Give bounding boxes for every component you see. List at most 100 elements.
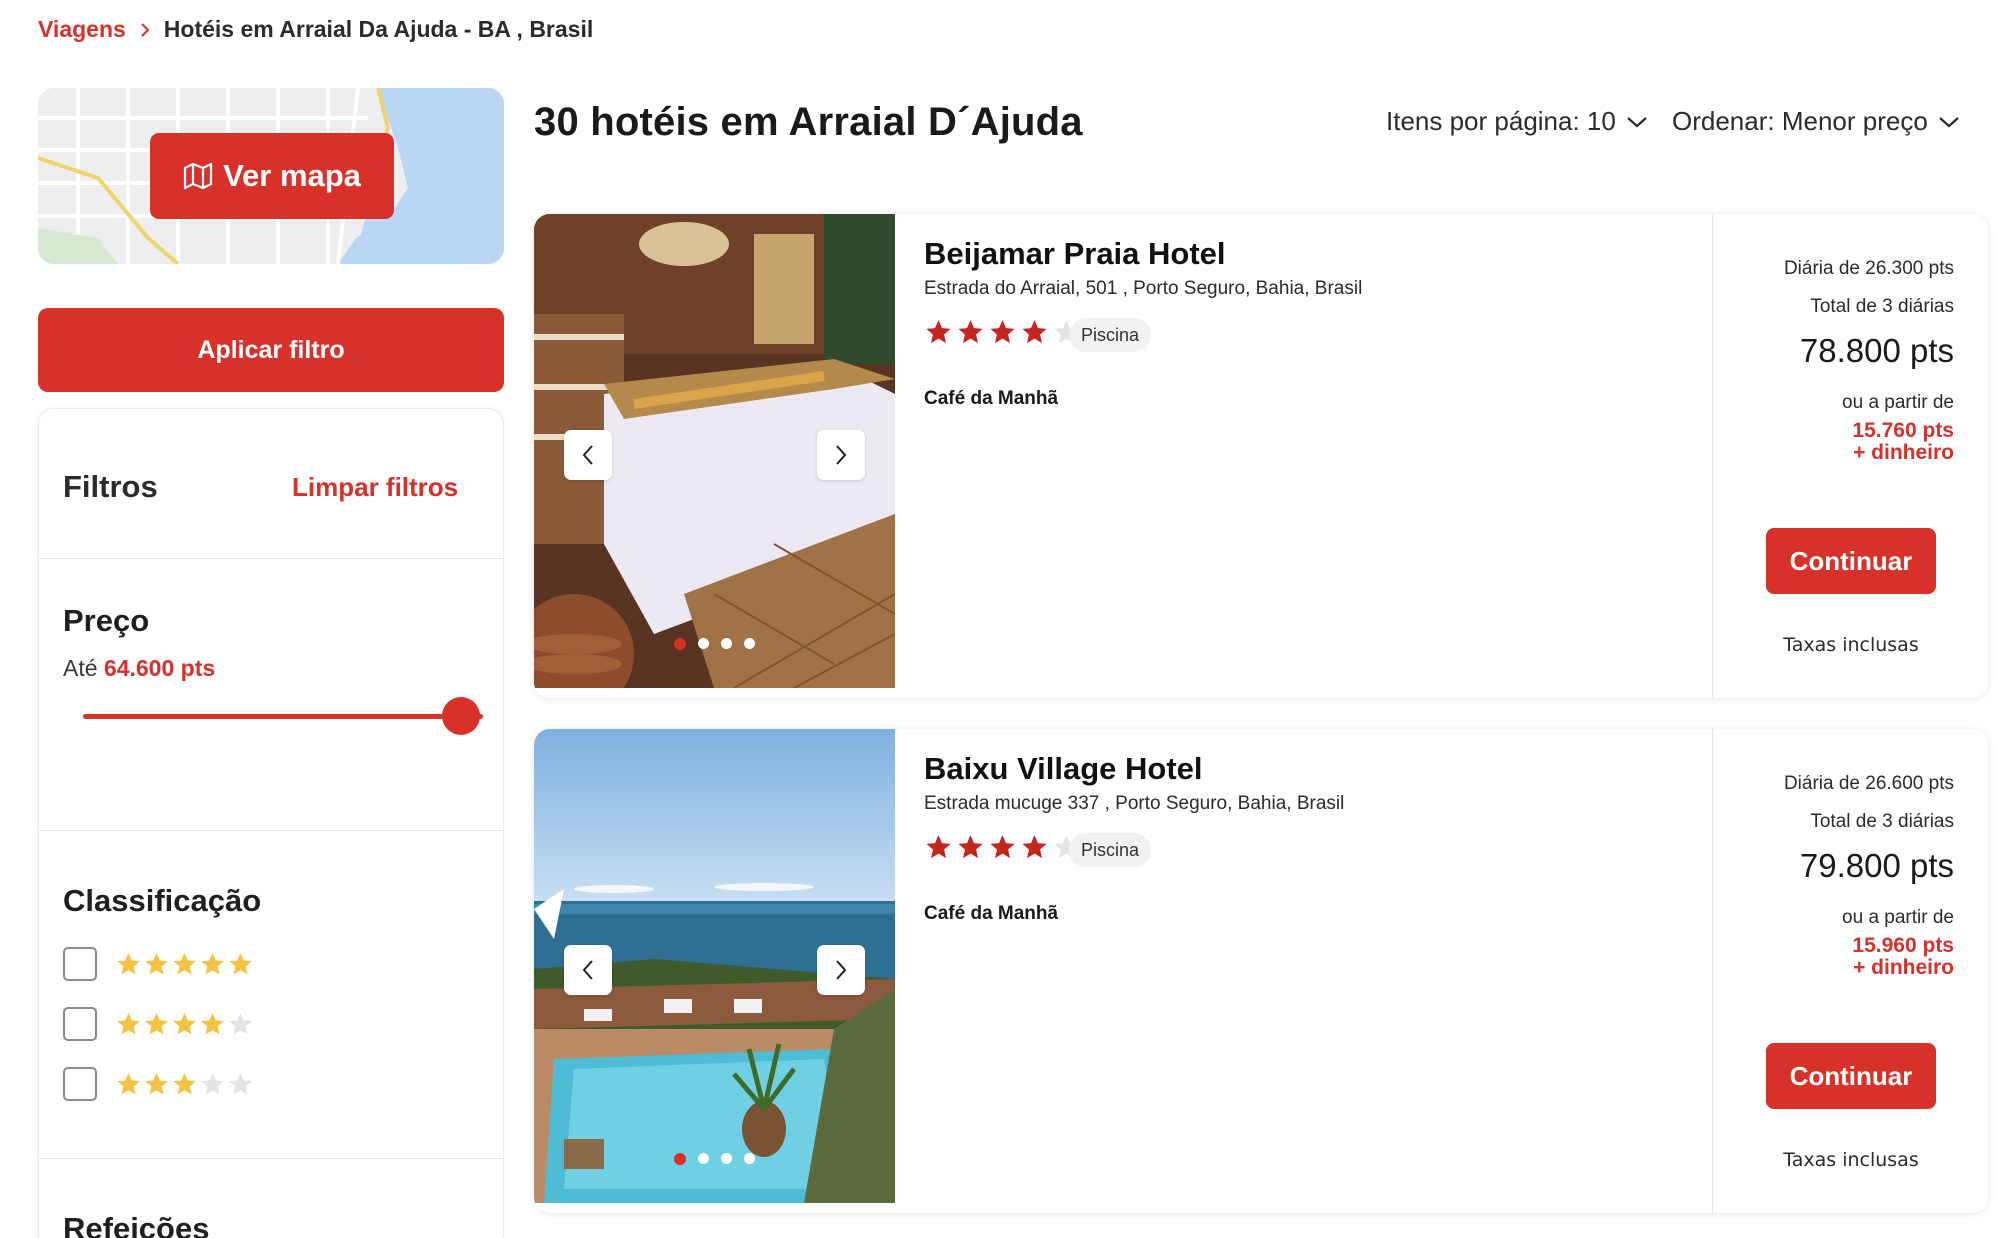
- price-column: Diária de 26.300 pts Total de 3 diárias …: [1712, 214, 1988, 698]
- price-column: Diária de 26.600 pts Total de 3 diárias …: [1712, 729, 1988, 1213]
- carousel-next-button[interactable]: [817, 430, 865, 480]
- carousel-dot[interactable]: [744, 1153, 755, 1164]
- carousel-dot[interactable]: [721, 1153, 732, 1164]
- meal-plan: Café da Manhã: [924, 388, 1059, 409]
- from-label: ou a partir de: [1842, 907, 1954, 928]
- rating-filter: Classificação: [39, 831, 503, 1159]
- breadcrumb-current: Hotéis em Arraial Da Ajuda - BA , Brasil: [163, 16, 594, 42]
- rating-option-5[interactable]: [63, 947, 254, 981]
- breadcrumb: Viagens Hotéis em Arraial Da Ajuda - BA …: [38, 16, 593, 43]
- items-per-page-select[interactable]: Itens por página: 10: [1386, 106, 1648, 137]
- price-slider-track[interactable]: [83, 714, 483, 719]
- continue-button[interactable]: Continuar: [1766, 1043, 1936, 1109]
- continue-button[interactable]: Continuar: [1766, 528, 1936, 594]
- carousel-dots: [674, 1153, 755, 1165]
- carousel-dot[interactable]: [674, 1153, 686, 1165]
- price-slider-handle[interactable]: [442, 697, 480, 735]
- carousel-dot[interactable]: [744, 638, 755, 649]
- chevron-left-icon: [582, 445, 593, 465]
- meal-plan: Café da Manhã: [924, 903, 1059, 924]
- rating-checkbox-3[interactable]: [63, 1067, 97, 1101]
- hotel-name[interactable]: Baixu Village Hotel: [924, 751, 1203, 787]
- star-filled-icon: [990, 320, 1015, 344]
- daily-rate: Diária de 26.300 pts: [1783, 258, 1954, 279]
- star-filled-icon: [201, 952, 224, 974]
- price-filter: Preço Até 64.600 pts: [39, 559, 503, 831]
- daily-rate: Diária de 26.600 pts: [1783, 773, 1954, 794]
- rating-option-4[interactable]: [63, 1007, 254, 1041]
- star-filled-icon: [958, 320, 983, 344]
- apply-filter-button[interactable]: Aplicar filtro: [38, 308, 504, 392]
- taxes-included: Taxas inclusas: [1783, 634, 1919, 656]
- from-points: 15.960 pts: [1852, 934, 1954, 957]
- filter-header: Filtros Limpar filtros: [39, 409, 503, 559]
- chevron-right-icon: [836, 445, 847, 465]
- price-limit: Até 64.600 pts: [63, 655, 215, 682]
- from-label: ou a partir de: [1842, 392, 1954, 413]
- from-cash: + dinheiro: [1853, 956, 1954, 979]
- items-per-page-label: Itens por página: 10: [1386, 106, 1616, 136]
- star-filled-icon: [926, 835, 951, 859]
- chevron-left-icon: [582, 960, 593, 980]
- clear-filters-link[interactable]: Limpar filtros: [292, 472, 458, 503]
- star-empty-icon: [229, 1012, 252, 1034]
- hotel-address: Estrada mucuge 337 , Porto Seguro, Bahia…: [924, 793, 1345, 814]
- star-filled-icon: [926, 320, 951, 344]
- filter-panel: Filtros Limpar filtros Preço Até 64.600 …: [38, 408, 504, 1238]
- hotel-name[interactable]: Beijamar Praia Hotel: [924, 236, 1226, 272]
- star-filled-icon: [229, 952, 252, 974]
- total-nights: Total de 3 diárias: [1810, 811, 1954, 832]
- price-limit-value: 64.600 pts: [103, 655, 216, 681]
- from-cash: + dinheiro: [1853, 441, 1954, 464]
- total-price: 78.800 pts: [1799, 332, 1954, 369]
- carousel-dots: [674, 638, 755, 650]
- chevron-down-icon: [1939, 116, 1959, 127]
- view-map-button[interactable]: Ver mapa: [150, 133, 394, 219]
- hotel-address: Estrada do Arraial, 501 , Porto Seguro, …: [924, 278, 1363, 299]
- rating-filter-title: Classificação: [63, 883, 262, 918]
- star-empty-icon: [229, 1072, 252, 1094]
- carousel-prev-button[interactable]: [564, 430, 612, 480]
- star-filled-icon: [173, 1072, 196, 1094]
- hotel-photo-carousel[interactable]: [534, 729, 895, 1203]
- star-filled-icon: [173, 1012, 196, 1034]
- four-stars-icon: [115, 1011, 254, 1038]
- hotel-card[interactable]: Beijamar Praia Hotel Estrada do Arraial,…: [534, 214, 1988, 698]
- hotel-star-rating: [924, 318, 1081, 347]
- map-icon: [183, 162, 213, 190]
- map-preview[interactable]: Ver mapa: [38, 88, 504, 264]
- price-filter-title: Preço: [63, 603, 150, 638]
- amenity-tag: Piscina: [1069, 833, 1152, 867]
- carousel-prev-button[interactable]: [564, 945, 612, 995]
- star-empty-icon: [201, 1072, 224, 1094]
- hotel-photo-carousel[interactable]: [534, 214, 895, 688]
- rating-checkbox-5[interactable]: [63, 947, 97, 981]
- chevron-right-icon: [140, 22, 150, 38]
- three-stars-icon: [115, 1071, 254, 1098]
- rating-checkbox-4[interactable]: [63, 1007, 97, 1041]
- carousel-next-button[interactable]: [817, 945, 865, 995]
- star-filled-icon: [117, 952, 140, 974]
- meals-filter-title: Refeições: [63, 1211, 210, 1238]
- carousel-dot[interactable]: [721, 638, 732, 649]
- hotel-star-rating: [924, 833, 1081, 862]
- rating-option-3[interactable]: [63, 1067, 254, 1101]
- star-filled-icon: [145, 952, 168, 974]
- star-filled-icon: [117, 1012, 140, 1034]
- star-filled-icon: [145, 1012, 168, 1034]
- star-filled-icon: [958, 835, 983, 859]
- chevron-down-icon: [1627, 116, 1647, 127]
- sort-select[interactable]: Ordenar: Menor preço: [1672, 106, 1960, 137]
- star-filled-icon: [117, 1072, 140, 1094]
- total-price: 79.800 pts: [1799, 847, 1954, 884]
- carousel-dot[interactable]: [674, 638, 686, 650]
- star-filled-icon: [1022, 320, 1047, 344]
- carousel-dot[interactable]: [698, 1153, 709, 1164]
- five-stars-icon: [115, 951, 254, 978]
- hotel-card[interactable]: Baixu Village Hotel Estrada mucuge 337 ,…: [534, 729, 1988, 1213]
- amenity-tag: Piscina: [1069, 318, 1152, 352]
- filters-title: Filtros: [63, 469, 158, 504]
- breadcrumb-link-viagens[interactable]: Viagens: [38, 16, 126, 43]
- carousel-dot[interactable]: [698, 638, 709, 649]
- taxes-included: Taxas inclusas: [1783, 1149, 1919, 1171]
